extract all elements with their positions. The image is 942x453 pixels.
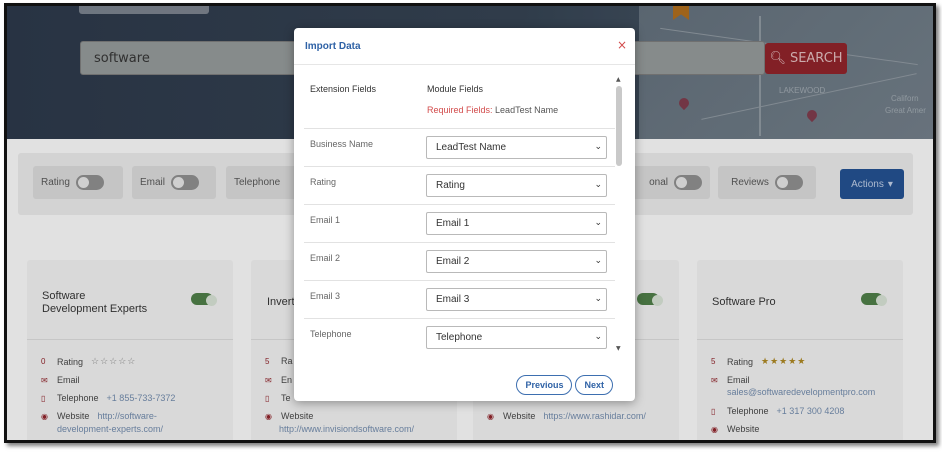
next-button[interactable]: Next: [575, 375, 613, 395]
import-data-modal: Import Data × Extension Fields Module Fi…: [294, 28, 635, 401]
app-window: LAKEWOOD Californ Great Amer software 🔍︎…: [4, 3, 936, 443]
field-mapping-row: Email 1 Email 1 ⌄: [304, 204, 615, 242]
extension-field-label: Email 3: [310, 291, 341, 301]
module-field-value: Email 3: [436, 294, 470, 305]
field-mapping-row: Business Name LeadTest Name ⌄: [304, 128, 615, 166]
module-field-value: Email 2: [436, 256, 470, 267]
module-field-select[interactable]: Rating ⌄: [426, 174, 607, 197]
page-background: LAKEWOOD Californ Great Amer software 🔍︎…: [7, 6, 933, 440]
field-mapping-row: Rating Rating ⌄: [304, 166, 615, 204]
module-field-value: LeadTest Name: [436, 142, 507, 153]
module-field-select[interactable]: Telephone ⌄: [426, 326, 607, 349]
extension-field-label: Email 2: [310, 253, 341, 263]
module-field-value: Email 1: [436, 218, 470, 229]
required-fields-prefix: Required Fields:: [427, 105, 493, 115]
scroll-up-icon[interactable]: ▲: [616, 76, 621, 83]
extension-field-label: Business Name: [310, 139, 374, 149]
module-fields-header: Module Fields: [427, 84, 484, 94]
module-field-value: Rating: [436, 180, 465, 191]
modal-body: Extension Fields Module Fields Required …: [304, 73, 622, 351]
module-field-value: Telephone: [436, 332, 483, 343]
extension-field-label: Rating: [310, 177, 337, 187]
scroll-down-icon[interactable]: ▼: [616, 345, 621, 352]
chevron-down-icon: ⌄: [594, 331, 602, 341]
modal-footer: Previous Next: [516, 375, 613, 395]
required-fields-value: LeadTest Name: [495, 105, 559, 115]
required-fields-note: Required Fields: LeadTest Name: [427, 105, 558, 115]
module-field-select[interactable]: Email 3 ⌄: [426, 288, 607, 311]
modal-header: Import Data ×: [294, 28, 635, 65]
extension-field-label: Email 1: [310, 215, 341, 225]
chevron-down-icon: ⌄: [594, 141, 602, 151]
chevron-down-icon: ⌄: [594, 293, 602, 303]
module-field-select[interactable]: Email 1 ⌄: [426, 212, 607, 235]
module-field-select[interactable]: Email 2 ⌄: [426, 250, 607, 273]
extension-fields-header: Extension Fields: [310, 84, 377, 94]
chevron-down-icon: ⌄: [594, 217, 602, 227]
modal-scrollbar[interactable]: ▲ ▼: [615, 76, 623, 352]
chevron-down-icon: ⌄: [594, 179, 602, 189]
close-icon[interactable]: ×: [617, 38, 627, 52]
field-mapping-row: Email 2 Email 2 ⌄: [304, 242, 615, 280]
modal-title: Import Data: [305, 41, 361, 52]
field-mapping-row: Telephone Telephone ⌄: [304, 318, 615, 351]
extension-field-label: Telephone: [310, 329, 352, 339]
module-field-select[interactable]: LeadTest Name ⌄: [426, 136, 607, 159]
chevron-down-icon: ⌄: [594, 255, 602, 265]
scrollbar-thumb[interactable]: [616, 86, 622, 166]
previous-button[interactable]: Previous: [516, 375, 573, 395]
field-mapping-row: Email 3 Email 3 ⌄: [304, 280, 615, 318]
